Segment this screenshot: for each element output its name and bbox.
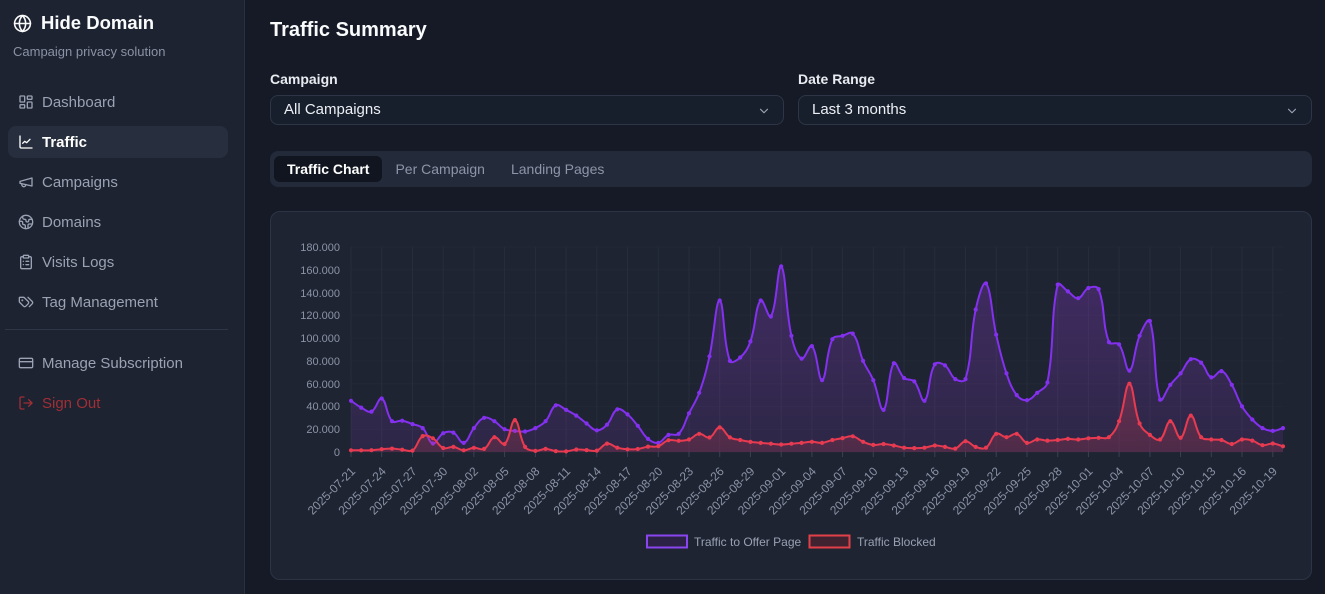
svg-text:40.000: 40.000 xyxy=(306,401,340,413)
svg-text:Traffic to Offer Page: Traffic to Offer Page xyxy=(694,535,801,549)
svg-text:120.000: 120.000 xyxy=(300,310,340,322)
svg-text:160.000: 160.000 xyxy=(300,265,340,277)
svg-text:60.000: 60.000 xyxy=(306,379,340,391)
svg-text:100.000: 100.000 xyxy=(300,333,340,345)
svg-text:Traffic Blocked: Traffic Blocked xyxy=(857,535,936,549)
svg-text:0: 0 xyxy=(334,447,340,459)
svg-text:140.000: 140.000 xyxy=(300,288,340,300)
svg-text:80.000: 80.000 xyxy=(306,356,340,368)
svg-text:20.000: 20.000 xyxy=(306,424,340,436)
svg-text:180.000: 180.000 xyxy=(300,242,340,254)
